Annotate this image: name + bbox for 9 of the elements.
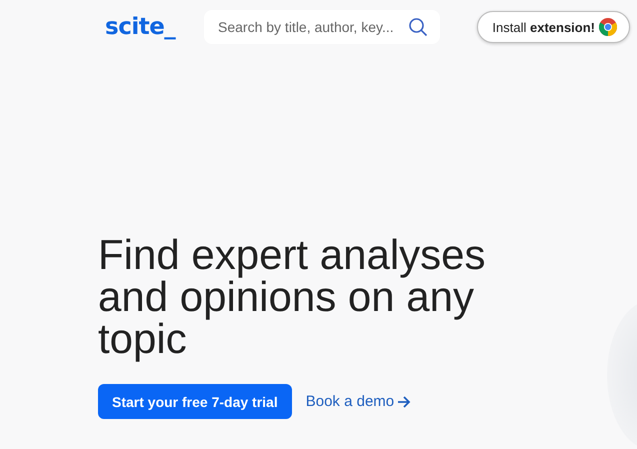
browser-logo-icon [599, 18, 617, 36]
logo[interactable]: scite_ [105, 14, 204, 40]
book-demo-link[interactable]: Book a demo [306, 393, 412, 410]
arrow-right-icon [397, 394, 412, 408]
search-icon [408, 17, 428, 37]
start-trial-button[interactable]: Start your free 7-day trial [98, 384, 292, 419]
install-extension-button[interactable]: Install extension! [477, 11, 630, 43]
search-field[interactable]: Search by title, author, key... [204, 10, 440, 44]
headline: Find expert analyses and opinions on any topic [98, 234, 487, 360]
